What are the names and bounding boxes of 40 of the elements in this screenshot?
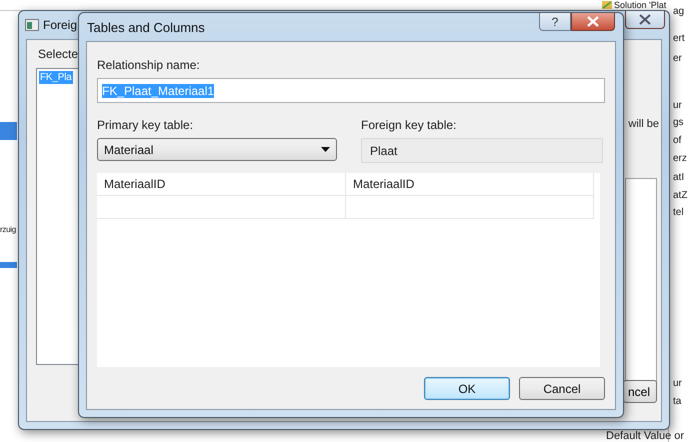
solution-icon xyxy=(601,0,613,10)
row-text: rzuig xyxy=(0,225,16,234)
property-text: ert xyxy=(673,33,685,44)
selected-row-highlight xyxy=(0,262,17,268)
window-title: Tables and Columns xyxy=(87,20,205,34)
property-text: atZ xyxy=(673,190,688,201)
cancel-button[interactable]: ncel xyxy=(623,380,657,403)
field-value: FK_Plaat_Materiaal1 xyxy=(102,84,214,98)
property-text: ta xyxy=(673,396,682,407)
ok-button[interactable]: OK xyxy=(424,377,510,400)
property-text: gs xyxy=(673,117,684,128)
window-icon xyxy=(25,19,39,31)
property-text: Default Value or xyxy=(606,430,684,442)
field-label: Foreign key table: xyxy=(361,118,458,132)
close-button[interactable] xyxy=(571,13,615,31)
property-text: ur xyxy=(673,378,682,389)
close-button[interactable] xyxy=(625,11,665,29)
window-title: Foreig xyxy=(43,18,78,32)
table-cell[interactable]: MateriaalID xyxy=(97,173,346,195)
close-icon xyxy=(586,16,600,27)
property-text: ag xyxy=(673,6,684,17)
property-text: er xyxy=(673,53,682,64)
primary-key-table-dropdown[interactable]: Materiaal xyxy=(97,138,337,161)
field-label: Relationship name: xyxy=(97,58,201,72)
property-text: tel xyxy=(673,207,684,218)
close-icon xyxy=(638,14,652,25)
caret-icon xyxy=(321,147,330,152)
property-text: of xyxy=(673,135,682,146)
foreign-key-table-field: Plaat xyxy=(361,138,603,163)
tree-title: Solution 'Plat xyxy=(614,0,666,10)
property-text: ur xyxy=(673,100,682,111)
property-text: atI xyxy=(673,172,684,183)
field-label: Primary key table: xyxy=(97,118,194,132)
cancel-button[interactable]: Cancel xyxy=(519,377,605,400)
table-cell[interactable]: MateriaalID xyxy=(346,173,594,195)
description-text: will be xyxy=(628,118,659,130)
help-button[interactable]: ? xyxy=(539,13,571,31)
list-label: Selecte xyxy=(38,47,78,61)
property-text: erz xyxy=(673,153,687,164)
selected-row-highlight xyxy=(0,122,17,140)
